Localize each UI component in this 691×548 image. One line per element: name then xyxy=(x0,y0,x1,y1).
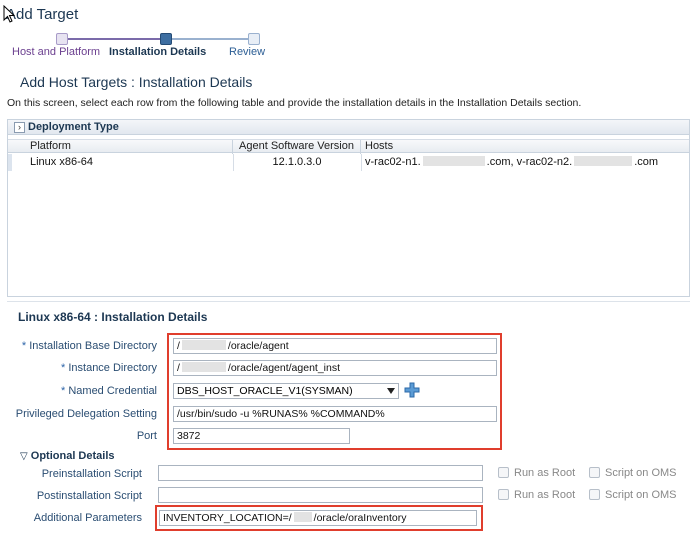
postinstall-script-on-oms-checkbox[interactable] xyxy=(589,489,600,500)
instance-dir-label: * Instance Directory xyxy=(61,362,157,374)
chevron-down-icon xyxy=(387,388,395,394)
postinstall-input[interactable] xyxy=(158,487,483,503)
postinstall-label: Postinstallation Script xyxy=(36,490,142,502)
table-header: Platform Agent Software Version Hosts xyxy=(8,139,691,154)
preinstall-script-on-oms-checkbox[interactable] xyxy=(589,467,600,478)
script-on-oms-label: Script on OMS xyxy=(605,467,677,479)
mouse-cursor-icon xyxy=(3,5,15,23)
train-connector xyxy=(172,38,252,40)
train-step-installation-details-icon xyxy=(160,33,172,45)
required-marker: * xyxy=(21,340,27,352)
instructions-text: On this screen, select each row from the… xyxy=(7,97,582,109)
cell-version[interactable]: 12.1.0.3.0 xyxy=(233,154,361,171)
expand-icon[interactable]: › xyxy=(14,122,25,133)
preinstall-run-as-root-checkbox[interactable] xyxy=(498,467,509,478)
run-as-root-label: Run as Root xyxy=(514,489,576,501)
base-dir-label: * Installation Base Directory xyxy=(21,340,157,352)
cell-hosts[interactable]: v-rac02-n1. .com, v-rac02-n2. .com xyxy=(365,154,658,171)
port-label: Port xyxy=(136,430,157,442)
hosts-part: v-rac02-n1. xyxy=(365,156,421,168)
instance-dir-input[interactable]: //oracle/agent/agent_inst xyxy=(173,360,497,376)
preinstall-input[interactable] xyxy=(158,465,483,481)
additional-parameters-label: Additional Parameters xyxy=(33,512,142,524)
section-title: Add Host Targets : Installation Details xyxy=(20,74,253,90)
divider xyxy=(7,301,690,302)
installation-details-title: Linux x86-64 : Installation Details xyxy=(18,310,208,324)
train-step-host-platform-icon[interactable] xyxy=(56,33,68,45)
deployment-type-panel: › Deployment Type Platform Agent Softwar… xyxy=(7,119,690,297)
train-step-review[interactable]: Review xyxy=(229,46,265,58)
privileged-delegation-label: Privileged Delegation Setting xyxy=(15,408,157,420)
row-selector[interactable] xyxy=(8,154,12,171)
preinstall-label: Preinstallation Script xyxy=(41,468,142,480)
train-connector xyxy=(62,38,164,40)
named-credential-select[interactable]: DBS_HOST_ORACLE_V1(SYSMAN) xyxy=(173,383,399,399)
triangle-down-icon: ▽ xyxy=(20,451,28,462)
column-hosts[interactable]: Hosts xyxy=(361,140,691,154)
train-step-host-platform[interactable]: Host and Platform xyxy=(12,46,100,58)
redacted-block xyxy=(293,512,312,522)
column-platform[interactable]: Platform xyxy=(26,140,233,154)
named-credential-label: * Named Credential xyxy=(61,385,157,397)
panel-header: › Deployment Type xyxy=(8,120,689,135)
redacted-block xyxy=(422,156,485,166)
add-credential-plus-icon[interactable] xyxy=(404,382,420,398)
run-as-root-label: Run as Root xyxy=(514,467,576,479)
train-step-installation-details: Installation Details xyxy=(109,46,207,58)
redacted-block xyxy=(181,362,226,372)
deployment-type-title: Deployment Type xyxy=(28,121,119,133)
script-on-oms-label: Script on OMS xyxy=(605,489,677,501)
column-agent-version[interactable]: Agent Software Version xyxy=(233,140,361,154)
additional-parameters-input[interactable]: INVENTORY_LOCATION=//oracle/oraInventory xyxy=(159,510,477,526)
cell-platform[interactable]: Linux x86-64 xyxy=(30,154,93,171)
hosts-part: .com, v-rac02-n2. xyxy=(486,156,573,168)
column-divider xyxy=(361,154,362,171)
optional-details-toggle[interactable]: ▽ Optional Details xyxy=(20,450,115,462)
base-dir-input[interactable]: //oracle/agent xyxy=(173,338,497,354)
redacted-block xyxy=(574,156,633,166)
postinstall-run-as-root-checkbox[interactable] xyxy=(498,489,509,500)
page-title: Add Target xyxy=(6,6,79,23)
port-input[interactable]: 3872 xyxy=(173,428,350,444)
train-step-review-icon[interactable] xyxy=(248,33,260,45)
privileged-delegation-input[interactable]: /usr/bin/sudo -u %RUNAS% %COMMAND% xyxy=(173,406,497,422)
hosts-part: .com xyxy=(634,156,659,168)
redacted-block xyxy=(181,340,226,350)
